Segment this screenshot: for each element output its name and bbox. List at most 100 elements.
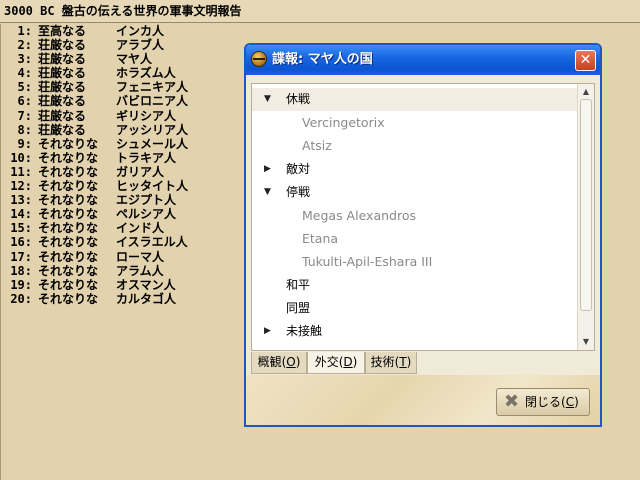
report-title: 荘厳なる [38, 122, 87, 137]
report-row: 1: 至高なる インカ人 [2, 24, 246, 38]
tab-0[interactable]: 概観(O) [251, 352, 307, 374]
report-row: 20: それなりな カルタゴ人 [2, 292, 246, 306]
tree-category[interactable]: ▶ 敵対 [252, 158, 578, 181]
report-row: 13: それなりな エジプト人 [2, 193, 246, 207]
report-civ: ホラズム人 [116, 66, 176, 81]
tree-label: 停戦 [286, 184, 311, 199]
triangle-right-icon[interactable]: ▶ [264, 320, 274, 343]
report-list: 1: 至高なる インカ人 2: 荘厳なる アラブ人 3: 荘厳なる マヤ人 4: 荘厳なる ホラズム人… [2, 24, 246, 306]
dialog-footer: ✖ 閉じる(C) [246, 375, 600, 425]
tree-leaf[interactable]: Atsiz [252, 134, 578, 157]
report-row: 4: 荘厳なる ホラズム人 [2, 66, 246, 80]
close-icon[interactable]: ✕ [575, 50, 596, 71]
report-row: 7: 荘厳なる ギリシア人 [2, 109, 246, 123]
tree-category[interactable]: ▶ 未接触 [252, 320, 578, 343]
report-row: 6: 荘厳なる バビロニア人 [2, 94, 246, 108]
tree-leaf[interactable]: Megas Alexandros [252, 204, 578, 227]
report-row: 11: それなりな ガリア人 [2, 165, 246, 179]
report-title: 荘厳なる [38, 52, 87, 67]
report-civ: イスラエル人 [116, 235, 188, 250]
report-rank: 20: [10, 291, 32, 306]
report-rank: 11: [10, 164, 32, 179]
report-row: 2: 荘厳なる アラブ人 [2, 38, 246, 52]
tree-label: Atsiz [302, 138, 332, 154]
vertical-scrollbar[interactable]: ▲ ▼ [577, 84, 594, 350]
report-civ: トラキア人 [116, 150, 177, 165]
report-row: 17: それなりな ローマ人 [2, 250, 246, 264]
tree-leaf[interactable]: Etana [252, 227, 578, 250]
dialog-title: 諜報: マヤ人の国 [272, 52, 373, 67]
report-row: 14: それなりな ペルシア人 [2, 207, 246, 221]
report-title: それなりな [38, 263, 99, 278]
tree-label: 未接触 [286, 324, 323, 338]
report-title: 至高なる [38, 24, 87, 38]
report-row: 19: それなりな オスマン人 [2, 278, 246, 292]
report-title: それなりな [38, 277, 99, 292]
report-civ: ローマ人 [116, 249, 165, 264]
report-civ: バビロニア人 [116, 94, 189, 109]
report-civ: ヒッタイト人 [116, 179, 189, 194]
report-civ: アラブ人 [116, 38, 165, 53]
report-rank: 5: [17, 80, 32, 95]
report-civ: ガリア人 [116, 164, 165, 179]
report-civ: シュメール人 [116, 136, 189, 151]
report-title: それなりな [38, 136, 99, 151]
report-rank: 18: [10, 263, 32, 278]
report-title: 荘厳なる [38, 108, 87, 123]
tree-category[interactable]: ▼ 休戦 [252, 88, 578, 111]
report-header: 3000 BC 盤古の伝える世界の軍事文明報告 [0, 0, 640, 23]
report-title: それなりな [38, 193, 99, 208]
report-civ: ギリシア人 [116, 108, 177, 123]
report-civ: ペルシア人 [116, 207, 177, 222]
scroll-thumb[interactable] [580, 99, 592, 311]
tree-category[interactable]: 同盟 [252, 297, 578, 320]
tree-label: 同盟 [286, 300, 311, 315]
report-title: それなりな [38, 221, 99, 236]
close-dialog-button[interactable]: ✖ 閉じる(C) [496, 388, 590, 416]
report-civ: アッシリア人 [116, 122, 189, 137]
report-rank: 3: [17, 52, 32, 67]
report-civ: アラム人 [116, 263, 164, 278]
report-civ: フェニキア人 [116, 80, 189, 95]
scroll-up-icon[interactable]: ▲ [579, 85, 593, 99]
tree-label: 和平 [286, 277, 311, 292]
report-rank: 2: [17, 38, 32, 53]
report-rank: 17: [10, 249, 32, 264]
tree-label: Megas Alexandros [302, 208, 416, 223]
close-dialog-label: 閉じる(C) [525, 395, 579, 409]
triangle-down-icon[interactable]: ▼ [264, 88, 274, 111]
tree-leaf[interactable]: Tukulti-Apil-Eshara III [252, 250, 578, 273]
report-row: 3: 荘厳なる マヤ人 [2, 52, 246, 66]
report-civ: カルタゴ人 [116, 291, 177, 306]
divider [0, 24, 1, 480]
report-rank: 12: [10, 179, 32, 194]
tab-2[interactable]: 技術(T) [365, 352, 417, 374]
report-row: 15: それなりな インド人 [2, 221, 246, 235]
report-civ: エジプト人 [116, 193, 177, 208]
report-title: それなりな [38, 150, 99, 165]
report-civ: インカ人 [116, 24, 165, 38]
scroll-down-icon[interactable]: ▼ [579, 335, 593, 349]
report-rank: 6: [17, 94, 32, 109]
tree-category[interactable]: ▼ 停戦 [252, 181, 578, 204]
report-row: 5: 荘厳なる フェニキア人 [2, 80, 246, 94]
dialog-titlebar[interactable]: 諜報: マヤ人の国 ✕ [246, 45, 600, 75]
report-rank: 8: [17, 122, 32, 137]
tree-label: Etana [302, 231, 339, 247]
tree-label: Vercingetorix [302, 115, 385, 131]
report-rank: 19: [10, 277, 32, 292]
report-row: 18: それなりな アラム人 [2, 264, 246, 278]
triangle-right-icon[interactable]: ▶ [264, 158, 274, 181]
tree-category[interactable]: 和平 [252, 274, 578, 297]
report-row: 16: それなりな イスラエル人 [2, 235, 246, 249]
tree-list: ▼ 休戦 Vercingetorix Atsiz ▶ 敵対 ▼ 停戦 Megas Alexand… [252, 84, 578, 350]
report-rank: 13: [10, 193, 32, 208]
tab-1[interactable]: 外交(D) [307, 352, 365, 374]
report-title: 荘厳なる [38, 80, 87, 95]
triangle-down-icon[interactable]: ▼ [264, 181, 274, 204]
report-rank: 7: [17, 108, 32, 123]
tree-leaf[interactable]: Vercingetorix [252, 111, 578, 134]
report-row: 12: それなりな ヒッタイト人 [2, 179, 246, 193]
globe-icon [251, 51, 267, 67]
report-civ: インド人 [116, 221, 165, 236]
